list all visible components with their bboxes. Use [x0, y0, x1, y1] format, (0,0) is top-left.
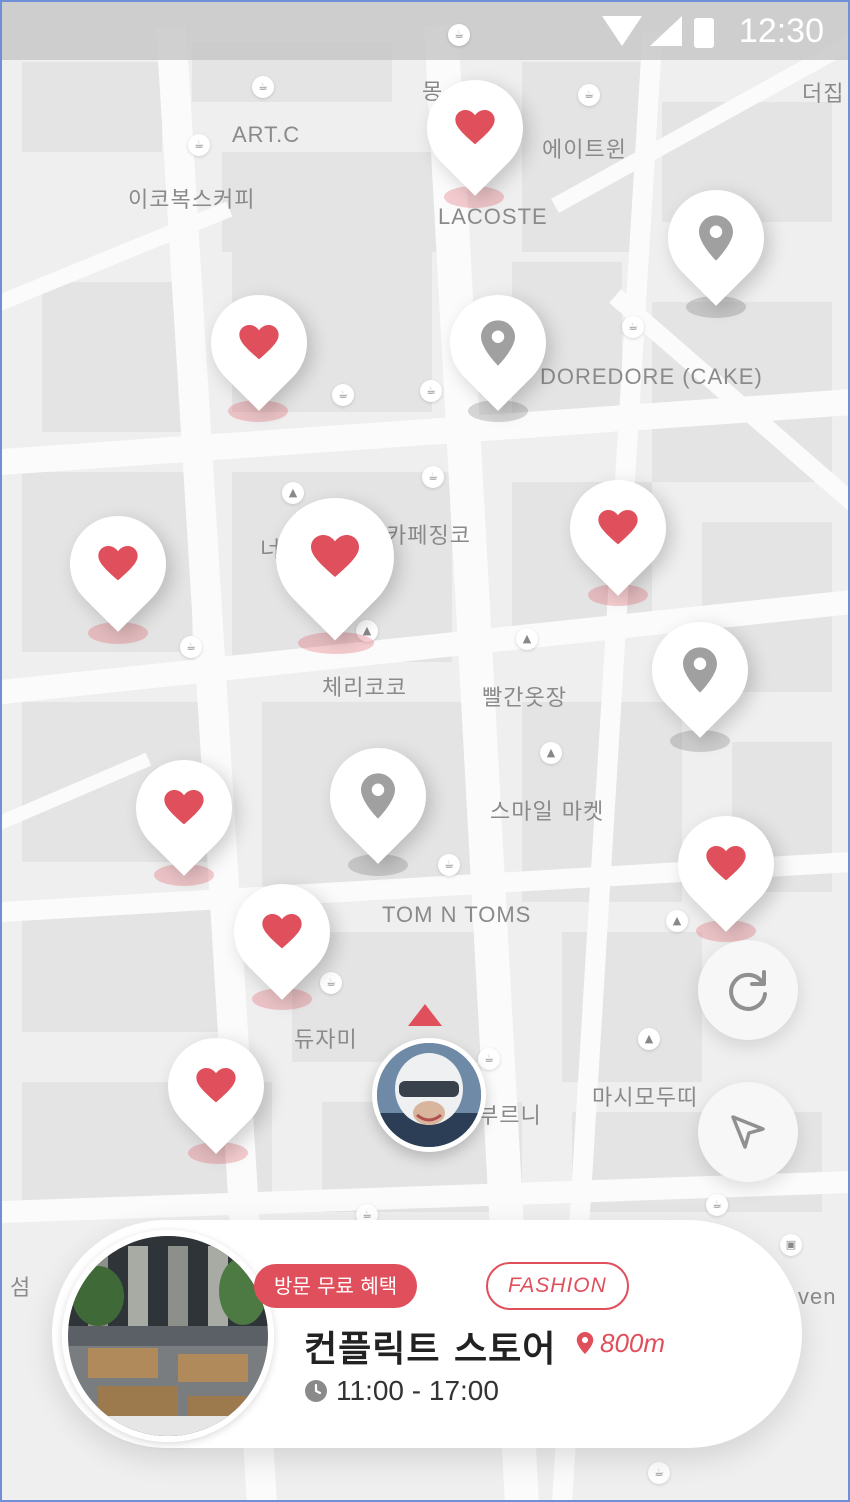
heading-arrow-icon [408, 1004, 442, 1026]
cart-icon[interactable]: ▣ [780, 1234, 802, 1256]
map-label: 빨간옷장 [482, 686, 567, 711]
distance-value: 800m [600, 1328, 666, 1358]
map-label: 이코복스커피 [128, 188, 256, 213]
heart-icon [262, 914, 302, 949]
cafe-icon[interactable]: ☕ [706, 1194, 728, 1216]
place-pin[interactable] [430, 275, 566, 411]
map-label: TOM N TOMS [382, 902, 532, 927]
category-badge: FASHION [486, 1262, 629, 1310]
cafe-icon[interactable]: ☕ [478, 1048, 500, 1070]
favorite-pin[interactable] [50, 496, 186, 632]
locate-button[interactable] [698, 1082, 798, 1182]
cafe-icon[interactable]: ☕ [180, 636, 202, 658]
store-distance: 800m [576, 1328, 665, 1359]
avatar-image [377, 1043, 481, 1147]
shirt-icon[interactable]: ▲ [516, 628, 538, 650]
map-label: 카페징코 [386, 524, 471, 549]
cafe-icon[interactable]: ☕ [578, 84, 600, 106]
favorite-pin[interactable] [407, 60, 543, 196]
favorite-pin[interactable] [550, 460, 686, 596]
user-avatar[interactable] [372, 1038, 486, 1152]
place-pin[interactable] [310, 728, 446, 864]
hours-value: 11:00 - 17:00 [336, 1375, 499, 1406]
heart-icon [239, 325, 279, 360]
clock-icon [305, 1380, 327, 1402]
cafe-icon[interactable]: ☕ [188, 134, 210, 156]
map-label: 스마일 마켓 [490, 800, 605, 825]
favorite-pin[interactable] [214, 864, 350, 1000]
cafe-icon[interactable]: ☕ [422, 466, 444, 488]
heart-icon [455, 110, 495, 145]
location-pin-icon [481, 320, 515, 366]
signal-battery-icon [602, 16, 714, 48]
store-photo-image [68, 1236, 268, 1436]
location-pin-icon [576, 1332, 594, 1354]
heart-icon [98, 546, 138, 581]
status-bar: 12:30 [2, 2, 848, 60]
map-label: ART.C [232, 122, 301, 147]
cafe-icon[interactable]: ☕ [420, 380, 442, 402]
heart-icon [196, 1068, 236, 1103]
favorite-pin[interactable] [658, 796, 794, 932]
shirt-icon[interactable]: ▲ [666, 910, 688, 932]
place-pin[interactable] [648, 170, 784, 306]
cafe-icon[interactable]: ☕ [332, 384, 354, 406]
place-pin[interactable] [632, 602, 768, 738]
map-label: 듀자미 [294, 1028, 358, 1053]
location-pin-icon [683, 647, 717, 693]
location-pin-icon [361, 773, 395, 819]
map-label: 마시모두띠 [592, 1086, 699, 1111]
refresh-button[interactable] [698, 940, 798, 1040]
status-time: 12:30 [738, 12, 824, 50]
navigation-arrow-icon [731, 1115, 765, 1149]
cafe-icon[interactable]: ☕ [648, 1462, 670, 1484]
map-screen: 12:30 몽 ART.C 에이트윈 더집 이코복스커피 LACOSTE DOR… [0, 0, 850, 1502]
map-label: ven [798, 1284, 837, 1309]
favorite-pin[interactable] [116, 740, 252, 876]
status-icons [602, 14, 732, 54]
map-label: 섬 [10, 1276, 32, 1301]
store-photo[interactable] [62, 1230, 274, 1442]
map-label: DOREDORE (CAKE) [540, 364, 763, 389]
favorite-pin-selected[interactable] [251, 473, 419, 641]
heart-icon [598, 510, 638, 545]
shirt-icon[interactable]: ▲ [540, 742, 562, 764]
refresh-icon [729, 970, 767, 1011]
favorite-pin[interactable] [148, 1018, 284, 1154]
cafe-icon[interactable]: ☕ [252, 76, 274, 98]
favorite-pin[interactable] [191, 275, 327, 411]
cafe-icon[interactable]: ☕ [622, 316, 644, 338]
map-label: LACOSTE [438, 204, 548, 229]
heart-icon [706, 846, 746, 881]
heart-icon [311, 535, 359, 577]
cafe-icon[interactable]: ☕ [448, 24, 470, 46]
location-pin-icon [699, 215, 733, 261]
cafe-icon[interactable]: ☕ [438, 854, 460, 876]
map-label: 부르니 [478, 1104, 542, 1129]
shirt-icon[interactable]: ▲ [638, 1028, 660, 1050]
benefit-badge: 방문 무료 혜택 [254, 1264, 418, 1308]
store-hours: 11:00 - 17:00 [304, 1375, 499, 1407]
map-label: 더집 [802, 82, 845, 107]
map-label: 에이트윈 [542, 138, 627, 163]
map-label: 체리코코 [322, 676, 407, 701]
heart-icon [164, 790, 204, 825]
store-name[interactable]: 컨플릭트 스토어 [304, 1320, 556, 1372]
